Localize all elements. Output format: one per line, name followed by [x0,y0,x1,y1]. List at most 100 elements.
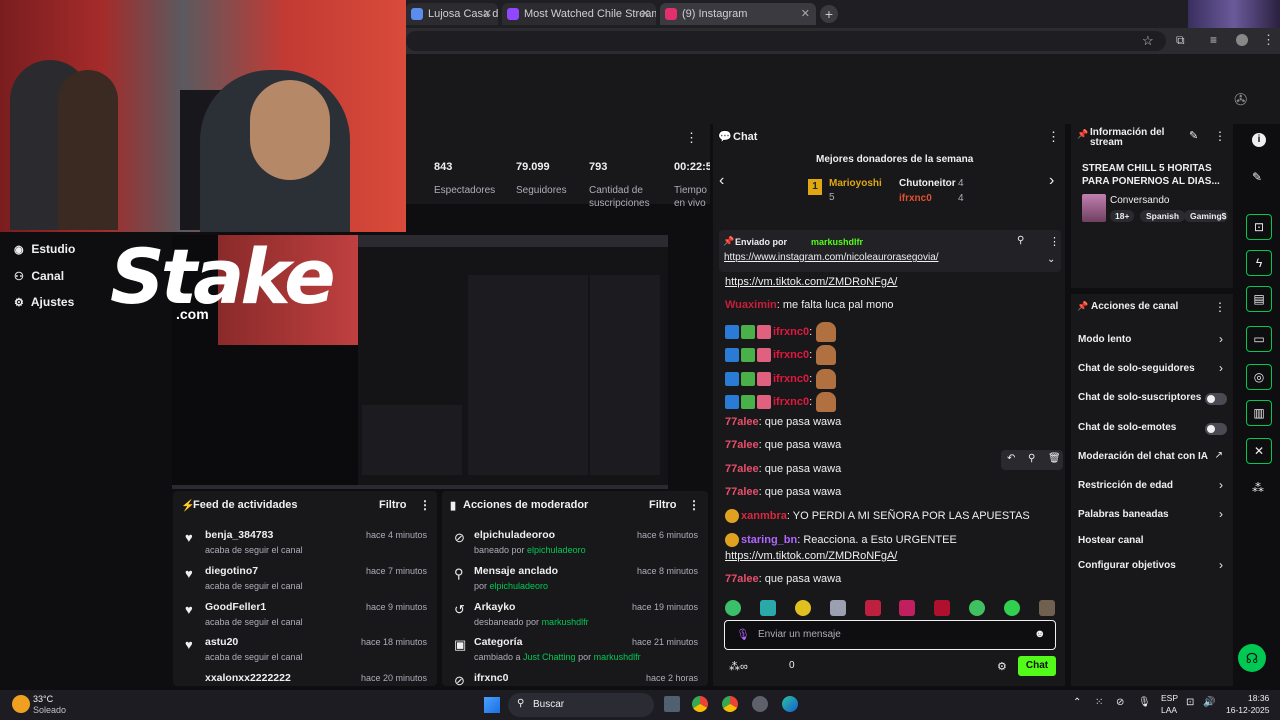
emote[interactable] [1004,600,1020,616]
tray-icon[interactable]: ⊘ [1116,697,1124,708]
emote[interactable] [934,600,951,616]
trash-icon[interactable]: 🗑 [1048,453,1061,464]
media-icon[interactable]: ≡ [1210,33,1217,47]
activity-user[interactable]: GoodFeller1 [205,601,266,613]
chat-username[interactable]: 77alee [725,486,759,498]
mod-action-user[interactable]: markushdlfr [594,652,641,662]
close-icon[interactable]: ✕ [801,3,810,25]
language-indicator[interactable]: ESP [1161,693,1178,703]
emote[interactable] [794,600,811,616]
menu-dots-icon[interactable]: ⋮ [419,498,431,512]
extensions-icon[interactable]: ⧉ [1176,33,1185,48]
clipboard-icon[interactable]: ▤ [1246,286,1272,312]
network-icon[interactable]: ⊡ [1186,697,1194,708]
chat-username[interactable]: 77alee [725,439,759,451]
monkey-emote[interactable] [816,322,837,342]
emote[interactable] [899,600,916,616]
edge-icon[interactable] [782,696,798,712]
chat-username[interactable]: Wuaximin [725,299,777,311]
mic-icon[interactable]: 🎙 [736,628,750,641]
chat-username[interactable]: 77alee [725,573,759,585]
url-field[interactable] [406,31,1166,51]
menu-dots-icon[interactable]: ⋮ [1047,129,1060,145]
mod-action-target[interactable]: elpichuladeoroo [474,529,555,541]
toggle-switch[interactable] [1205,393,1227,405]
chrome-icon[interactable] [692,696,708,712]
toggle-switch[interactable] [1205,423,1227,435]
info-icon[interactable]: i [1252,133,1266,147]
chevron-down-icon[interactable]: ⌄ [1047,254,1055,265]
chat-username[interactable]: 77alee [725,463,759,475]
nav-item-ajustes[interactable]: ⚙ Ajustes [14,295,74,309]
pencil-icon[interactable]: ✎ [1252,170,1262,184]
chat-username[interactable]: xanmbra [741,510,787,522]
stack-icon[interactable]: ▥ [1246,400,1272,426]
pinned-message[interactable]: 📌 Enviado por markushdlfr https://www.in… [719,230,1061,272]
tag-chip[interactable]: Spanish [1140,210,1186,222]
windows-start-icon[interactable] [484,697,500,713]
emote[interactable] [969,600,986,616]
channel-action-row[interactable]: Configurar objetivos › [1071,556,1233,578]
browser-tab[interactable]: Most Watched Chile Streamers ✕ [502,3,656,25]
monkey-emote[interactable] [816,345,837,365]
browser-tab[interactable]: Lujosa Casa de JB ✕ [406,3,498,25]
volume-icon[interactable]: 🔊 [1203,697,1215,708]
chat-username[interactable]: staring_bn [741,534,797,546]
filter-button[interactable]: Filtro [649,499,677,511]
app-icon[interactable] [752,696,768,712]
monkey-emote[interactable] [816,369,837,389]
prev-arrow-icon[interactable]: ‹ [719,172,724,190]
channel-action-row[interactable]: Restricción de edad › [1071,476,1233,498]
nav-item-canal[interactable]: ⚇ Canal [14,269,64,283]
profile-avatar[interactable] [1236,34,1248,46]
broadcast-icon[interactable]: ◎ [1246,364,1272,390]
mic-icon[interactable]: 🎙 [1138,697,1151,708]
pin-icon[interactable]: ⚲ [1028,453,1035,464]
menu-dots-icon[interactable]: ⋮ [1049,235,1060,248]
donor-name[interactable]: ifrxnc0 [899,193,932,204]
pencil-icon[interactable]: ✎ [1189,129,1198,142]
menu-dots-icon[interactable]: ⋮ [688,498,700,512]
activity-user[interactable]: astu20 [205,636,238,648]
tag-chip[interactable]: 18+ [1110,210,1135,222]
close-icon[interactable]: ✕ [641,3,650,25]
mod-action-user[interactable]: markushdlfr [542,617,589,627]
monkey-emote[interactable] [816,392,837,412]
pinned-link[interactable]: https://www.instagram.com/nicoleaurorase… [724,252,939,263]
emote[interactable] [1038,600,1055,616]
chat-username[interactable]: ifrxnc0 [773,349,809,361]
menu-dots-icon[interactable]: ⋮ [1214,129,1226,143]
chat-username[interactable]: 77alee [725,416,759,428]
clock-time[interactable]: 18:36 [1248,693,1269,703]
pin-icon[interactable]: ⚲ [1017,235,1024,246]
emote[interactable] [864,600,881,616]
donor-name[interactable]: Marioyoshi [829,178,882,189]
chat-input-placeholder[interactable]: Enviar un mensaje [758,629,841,640]
channel-action-row[interactable]: Chat de solo-suscriptores [1071,388,1233,410]
crop-icon[interactable]: ⊡ [1246,214,1272,240]
points-icon[interactable]: ⁂∞ [729,660,748,673]
activity-user[interactable]: xxalonxx2222222 [205,672,291,684]
channel-action-row[interactable]: Chat de solo-emotes [1071,418,1233,440]
support-headset-icon[interactable]: ☊ [1238,644,1266,672]
category-thumbnail[interactable] [1082,194,1106,222]
filter-button[interactable]: Filtro [379,499,407,511]
activity-user[interactable]: benja_384783 [205,529,273,541]
close-icon[interactable]: ✕ [483,3,492,25]
channel-action-row[interactable]: Chat de solo-seguidores › [1071,359,1233,381]
donor-name[interactable]: Chutoneitor [899,178,956,189]
browser-tab[interactable]: (9) Instagram ✕ [660,3,816,25]
emoji-icon[interactable]: ☻ [1034,628,1046,640]
category-name[interactable]: Conversando [1110,195,1169,206]
menu-dots-icon[interactable]: ⋮ [685,130,698,146]
channel-action-row[interactable]: Palabras baneadas › [1071,505,1233,527]
kick-logo-icon[interactable]: ⁂ [1252,481,1264,495]
menu-dots-icon[interactable]: ⋮ [1214,300,1226,314]
menu-dots-icon[interactable]: ⋮ [1262,32,1275,48]
mod-action-target[interactable]: ifrxnc0 [474,672,508,684]
new-tab-button[interactable]: + [820,5,838,23]
chat-username[interactable]: ifrxnc0 [773,373,809,385]
mod-action-user[interactable]: elpichuladeoro [527,545,586,555]
tray-icon[interactable]: ⁙ [1095,697,1103,708]
chevron-up-icon[interactable]: ⌃ [1073,697,1081,708]
